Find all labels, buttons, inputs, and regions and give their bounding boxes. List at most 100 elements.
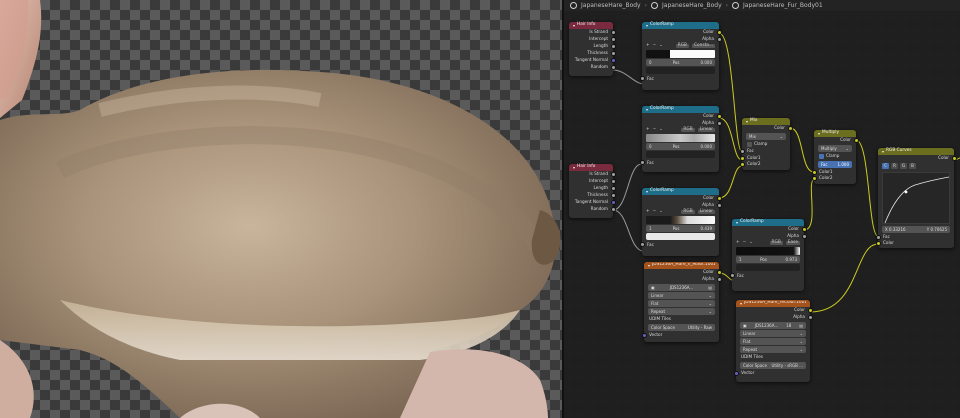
socket[interactable] [610, 37, 616, 42]
socket[interactable] [610, 58, 616, 63]
pos-field[interactable]: 0.439 [701, 226, 712, 231]
pos-field[interactable]: 0.000 [701, 144, 712, 149]
add-stop-icon[interactable]: + [646, 209, 650, 214]
image-selector[interactable]: ▣ JDS1236A... 18 ▤ [740, 322, 806, 329]
stop-index[interactable]: 0 [649, 60, 652, 65]
interpolation-select[interactable]: Linear [697, 127, 715, 133]
socket[interactable] [610, 30, 616, 35]
extension-select[interactable]: Repeat ⌄ [740, 346, 806, 353]
socket[interactable] [610, 207, 616, 212]
image-name[interactable]: JDS1236A... [670, 285, 693, 290]
colorramp-node-2[interactable]: ▾ ColorRamp Color Alpha + − ⌄ RGB Linear 0 … [639, 106, 722, 172]
projection-select[interactable]: Flat ⌄ [740, 338, 806, 345]
shader-node-editor[interactable]: JapaneseHare_Body › JapaneseHare_Body › … [564, 0, 960, 418]
socket[interactable] [716, 277, 722, 282]
add-stop-icon[interactable]: + [646, 127, 650, 132]
rgb-curves-node[interactable]: ▾ RGB Curves Color C R G B X 0.33216 Y 0.… [875, 148, 957, 248]
color-mode-select[interactable]: RGB [769, 240, 783, 246]
ramp-menu-icon[interactable]: ⌄ [659, 43, 663, 48]
checkbox-icon[interactable] [747, 142, 752, 147]
remove-stop-icon[interactable]: − [653, 43, 657, 48]
ramp-gradient[interactable] [646, 50, 715, 59]
colorramp-node-1[interactable]: ▾ ColorRamp Color Alpha + − ⌄ RGB Consta...… [639, 22, 722, 90]
socket[interactable] [787, 126, 793, 131]
collapse-icon[interactable]: ▾ [573, 165, 575, 170]
socket[interactable] [610, 193, 616, 198]
color-space-select[interactable]: Color Space Utility - sRGB ... [740, 362, 806, 369]
interpolation-select[interactable]: Ease [785, 240, 800, 246]
mix-node[interactable]: ▾ Mix Color Mix ⌄ Clamp Fac Color1 Color2 [739, 118, 793, 170]
socket[interactable] [951, 156, 957, 161]
pos-field[interactable]: 0.973 [786, 257, 797, 262]
socket[interactable] [875, 241, 881, 246]
collapse-icon[interactable]: ▾ [882, 149, 884, 154]
interpolation-select[interactable]: Consta... [691, 43, 715, 49]
ramp-gradient[interactable] [646, 134, 715, 143]
socket[interactable] [610, 65, 616, 70]
checkbox-icon[interactable] [819, 154, 824, 159]
socket[interactable] [716, 270, 722, 275]
folder-icon[interactable]: ▤ [708, 285, 712, 290]
ramp-menu-icon[interactable]: ⌄ [659, 127, 663, 132]
remove-stop-icon[interactable]: − [653, 209, 657, 214]
ramp-menu-icon[interactable]: ⌄ [659, 209, 663, 214]
add-stop-icon[interactable]: + [736, 240, 740, 245]
ramp-gradient[interactable] [646, 216, 715, 225]
socket[interactable] [739, 162, 745, 167]
socket[interactable] [716, 121, 722, 126]
multiply-node[interactable]: ▾ Multiply Color Multiply ⌄ Clamp Fac 1.000… [811, 130, 859, 184]
image-selector[interactable]: ▣ JDS1236A... ▤ [648, 284, 715, 291]
socket[interactable] [639, 160, 645, 166]
channel-tab-c[interactable]: C [882, 163, 889, 169]
color-mode-select[interactable]: RGB [681, 127, 695, 133]
socket[interactable] [610, 44, 616, 49]
collapse-icon[interactable]: ▾ [573, 23, 575, 28]
blend-mode-select[interactable]: Multiply ⌄ [818, 145, 852, 152]
x-readout[interactable]: X 0.33216 [885, 227, 906, 232]
fac-slider[interactable]: Fac 1.000 [818, 161, 852, 168]
socket[interactable] [801, 227, 807, 232]
collapse-icon[interactable]: ▾ [818, 131, 820, 136]
socket[interactable] [729, 273, 735, 279]
socket[interactable] [807, 308, 813, 313]
socket[interactable] [739, 149, 745, 154]
projection-select[interactable]: Flat ⌄ [648, 300, 715, 307]
channel-tab-g[interactable]: G [900, 163, 907, 169]
collapse-icon[interactable]: ▾ [648, 263, 650, 268]
stop-index[interactable]: 1 [739, 257, 742, 262]
socket[interactable] [716, 114, 722, 119]
collapse-icon[interactable]: ▾ [736, 220, 738, 225]
channel-tab-b[interactable]: B [909, 163, 916, 169]
socket[interactable] [610, 186, 616, 191]
image-texture-node-1[interactable]: ▾JDS1236A_Hare_n_Mask.1001.png Color Alp… [641, 262, 722, 342]
image-name[interactable]: JDS1236A... [755, 323, 778, 328]
3d-viewport[interactable] [0, 0, 562, 418]
socket[interactable] [610, 200, 616, 205]
extension-select[interactable]: Repeat ⌄ [648, 308, 715, 315]
color-mode-select[interactable]: RGB [675, 43, 689, 49]
image-texture-node-2[interactable]: ▾JDS1236A_Hare_reColor.1001.png Color Al… [733, 300, 813, 382]
color-mode-select[interactable]: RGB [681, 209, 695, 215]
clamp-checkbox[interactable]: Clamp [742, 141, 790, 148]
clamp-checkbox[interactable]: Clamp [814, 153, 856, 160]
collapse-icon[interactable]: ▾ [646, 107, 648, 112]
folder-icon[interactable]: ▤ [799, 323, 803, 328]
pos-field[interactable]: 0.000 [701, 60, 712, 65]
add-stop-icon[interactable]: + [646, 43, 650, 48]
stop-index[interactable]: 0 [649, 144, 652, 149]
socket[interactable] [610, 172, 616, 177]
collapse-icon[interactable]: ▾ [646, 189, 648, 194]
socket[interactable] [641, 333, 647, 338]
interpolation-select[interactable]: Linear ⌄ [740, 330, 806, 337]
socket[interactable] [716, 203, 722, 208]
ramp-gradient[interactable] [736, 247, 800, 256]
stop-index[interactable]: 1 [649, 226, 652, 231]
stop-color-swatch[interactable] [646, 151, 715, 159]
socket[interactable] [733, 371, 739, 376]
ramp-menu-icon[interactable]: ⌄ [749, 240, 753, 245]
socket[interactable] [716, 196, 722, 201]
color-space-select[interactable]: Color Space Utility - Raw [648, 324, 715, 331]
remove-stop-icon[interactable]: − [653, 127, 657, 132]
interpolation-select[interactable]: Linear ⌄ [648, 292, 715, 299]
curve-editor[interactable] [882, 172, 950, 224]
